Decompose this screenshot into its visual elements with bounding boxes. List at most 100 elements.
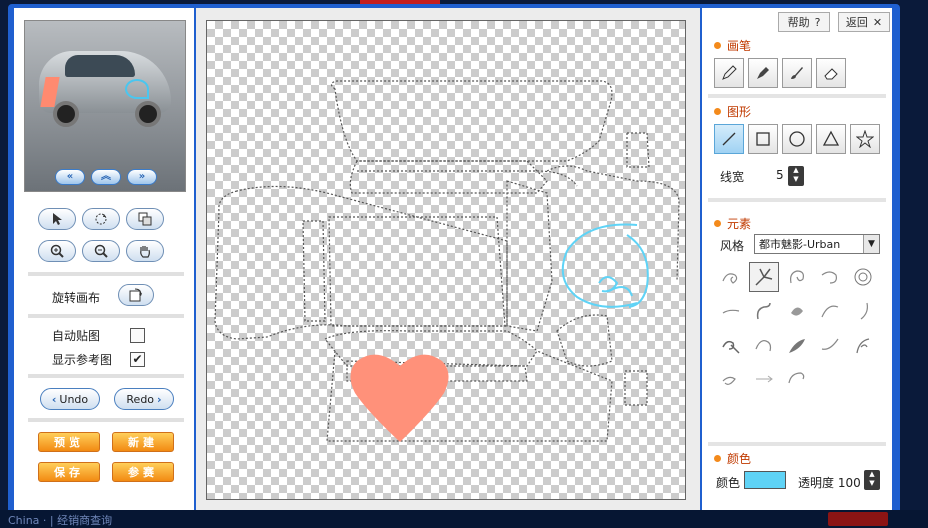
left-divider-2	[28, 314, 184, 318]
undo-button[interactable]: ‹ Undo	[40, 388, 100, 410]
curl-icon	[756, 302, 771, 320]
pointer-icon	[53, 213, 62, 225]
circle-shape-button[interactable]	[782, 124, 812, 154]
join-contest-button[interactable]: 参赛	[112, 462, 174, 482]
element-swirl-11[interactable]	[716, 330, 746, 360]
eraser-button[interactable]	[816, 58, 846, 88]
element-swirl-13[interactable]	[782, 330, 812, 360]
chevron-down-icon: ▼	[863, 235, 879, 253]
spiral-icon	[854, 268, 872, 286]
color-title: 颜色	[727, 452, 752, 466]
zoom-in-button[interactable]	[38, 240, 76, 262]
drawing-canvas[interactable]	[206, 20, 686, 500]
preview-button[interactable]: 预览	[38, 432, 100, 452]
shape-section-title: 图形	[714, 103, 751, 120]
color-section-title: 颜色	[714, 450, 751, 467]
opacity-field: 透明度 100	[798, 474, 861, 491]
arrow-line-icon	[756, 375, 773, 383]
question-icon: ?	[814, 15, 821, 29]
element-swirl-9[interactable]	[815, 296, 845, 326]
outline-right-body	[546, 165, 680, 282]
footer-bar: China · | 经销商查询	[0, 510, 928, 528]
element-swirl-17[interactable]	[749, 364, 779, 394]
brush-section-title: 画笔	[714, 37, 751, 54]
curl-icon	[821, 271, 837, 284]
view-prev-button[interactable]: «	[55, 169, 85, 185]
view-next-button[interactable]: »	[127, 169, 157, 185]
bullet-icon	[714, 455, 721, 462]
layer-tool-button[interactable]	[126, 208, 164, 230]
heart-shape	[350, 354, 449, 442]
line-shape-button[interactable]	[714, 124, 744, 154]
star-shape-button[interactable]	[850, 124, 880, 154]
marker-button[interactable]	[748, 58, 778, 88]
marker-icon	[757, 67, 769, 79]
eraser-icon	[824, 68, 838, 80]
rotate-canvas-button[interactable]	[118, 284, 154, 306]
element-swirl-3[interactable]	[782, 262, 812, 292]
element-swirl-12[interactable]	[749, 330, 779, 360]
zoom-out-button[interactable]	[82, 240, 120, 262]
line-width-value[interactable]: 5	[776, 168, 784, 182]
curl-icon	[788, 372, 805, 384]
rectangle-shape-button[interactable]	[748, 124, 778, 154]
element-swirl-6[interactable]	[716, 296, 746, 326]
opacity-stepper[interactable]: ▲ ▼	[864, 470, 880, 490]
back-button[interactable]: 返回 ✕	[838, 12, 890, 32]
hand-icon	[140, 246, 150, 258]
rotate-canvas-icon	[129, 288, 142, 302]
redo-button[interactable]: Redo ›	[114, 388, 174, 410]
save-button[interactable]: 保存	[38, 462, 100, 482]
right-panel: 帮助 ? 返回 ✕ 画笔 图形 线宽 5 ▲ ▼ 元素 风格 都市魅影-Urba…	[702, 8, 892, 512]
style-select[interactable]: 都市魅影-Urban ▼	[754, 234, 880, 254]
element-swirl-7[interactable]	[749, 296, 779, 326]
left-divider-4	[28, 418, 184, 422]
opacity-value[interactable]: 100	[838, 476, 861, 490]
curl-icon	[722, 376, 736, 385]
back-label: 返回	[845, 16, 868, 29]
select-tool-button[interactable]	[38, 208, 76, 230]
swirl-element	[561, 223, 649, 308]
element-swirl-16[interactable]	[716, 364, 746, 394]
element-swirl-10[interactable]	[848, 296, 878, 326]
swirl-icon	[722, 273, 738, 284]
left-panel: « ︽ » 旋转画布 自动贴图 显示参考图 ✔ ‹ Undo Redo › 预览…	[14, 8, 194, 512]
paintbrush-button[interactable]	[782, 58, 812, 88]
element-swirl-1[interactable]	[716, 262, 746, 292]
element-swirl-2[interactable]	[749, 262, 779, 292]
element-swirl-8[interactable]	[782, 296, 812, 326]
paintbrush-icon	[791, 67, 803, 79]
footer-text: China · | 经销商查询	[8, 514, 113, 527]
outline-roof	[349, 160, 548, 194]
line-width-stepper[interactable]: ▲ ▼	[788, 166, 804, 186]
auto-paste-checkbox[interactable]	[130, 328, 145, 343]
circle-icon	[789, 131, 805, 147]
rotate-tool-button[interactable]	[82, 208, 120, 230]
undo-arrow-icon: ‹	[51, 392, 57, 406]
triangle-shape-button[interactable]	[816, 124, 846, 154]
bullet-icon	[714, 42, 721, 49]
help-label: 帮助	[787, 16, 810, 29]
left-divider-1	[28, 272, 184, 276]
outline-right-lower	[556, 314, 613, 367]
right-divider-3	[708, 442, 886, 446]
element-swirl-14[interactable]	[815, 330, 845, 360]
rotate-icon	[95, 213, 107, 225]
element-swirl-18[interactable]	[782, 364, 812, 394]
help-button[interactable]: 帮助 ?	[778, 12, 830, 32]
car-rear-wheel	[135, 101, 161, 127]
show-reference-checkbox[interactable]: ✔	[130, 352, 145, 367]
element-title: 元素	[727, 217, 752, 231]
curl-icon	[821, 338, 839, 350]
color-swatch[interactable]	[744, 471, 786, 489]
element-swirl-5[interactable]	[848, 262, 878, 292]
element-swirl-15[interactable]	[848, 330, 878, 360]
right-divider-2	[708, 198, 886, 202]
pencil-button[interactable]	[714, 58, 744, 88]
car-preview: « ︽ »	[24, 20, 186, 192]
view-up-button[interactable]: ︽	[91, 169, 121, 185]
auto-paste-label: 自动贴图	[52, 329, 101, 343]
new-button[interactable]: 新建	[112, 432, 174, 452]
element-swirl-4[interactable]	[815, 262, 845, 292]
pan-tool-button[interactable]	[126, 240, 164, 262]
